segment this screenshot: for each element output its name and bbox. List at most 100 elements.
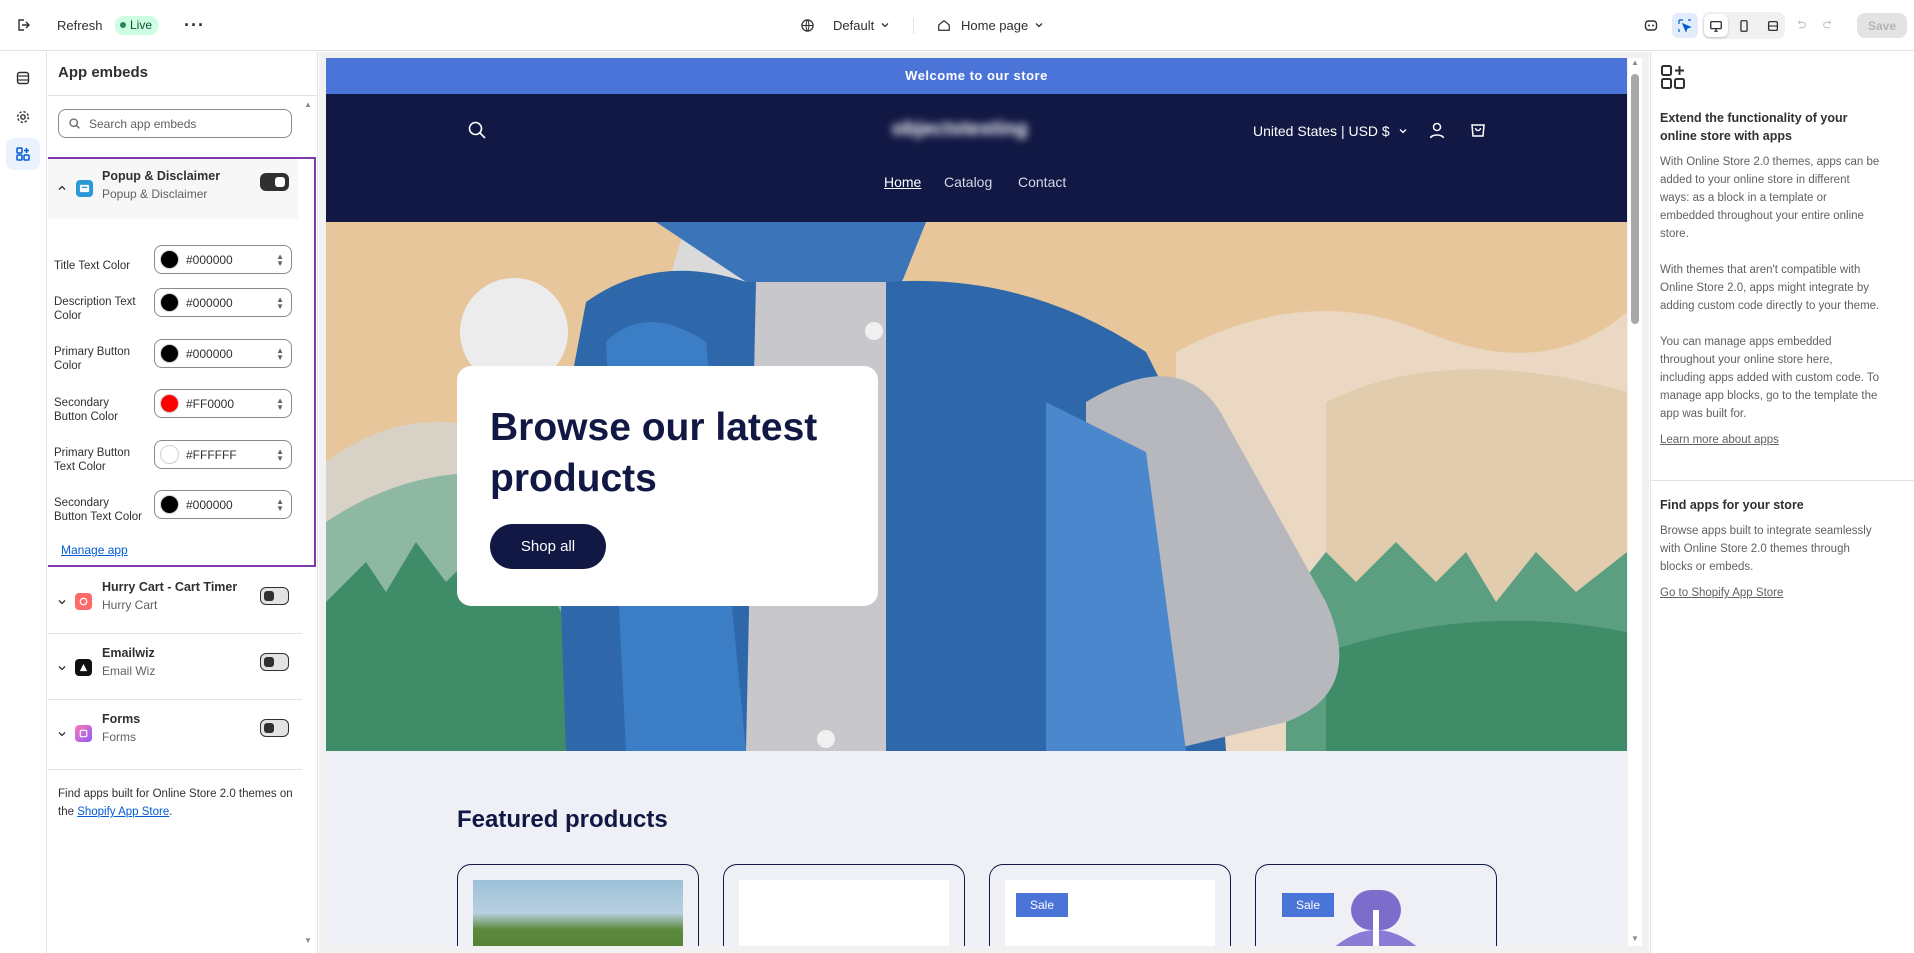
- refresh-button[interactable]: Refresh: [57, 11, 103, 39]
- app-embed-hurry-cart[interactable]: Hurry Cart - Cart Timer Hurry Cart: [48, 575, 302, 637]
- exit-button[interactable]: [15, 11, 31, 39]
- title-text-color-input[interactable]: #000000 ▲ ▼: [154, 245, 292, 274]
- app-subtitle: Popup & Disclaimer: [102, 187, 208, 201]
- app-embed-toggle[interactable]: [260, 587, 289, 605]
- app-subtitle: Forms: [102, 730, 136, 744]
- chevron-down-icon: [1398, 126, 1408, 136]
- primary-button-text-color-input[interactable]: #FFFFFF ▲ ▼: [154, 440, 292, 469]
- search-field[interactable]: [58, 109, 292, 138]
- product-card[interactable]: Sale: [989, 864, 1231, 946]
- color-value: #FF0000: [186, 396, 235, 411]
- scroll-down-arrow[interactable]: ▼: [1631, 934, 1639, 943]
- divider: [48, 95, 317, 96]
- emailwiz-logo: [75, 659, 92, 676]
- stepper-icon[interactable]: ▲ ▼: [276, 498, 284, 513]
- nav-home[interactable]: Home: [884, 174, 921, 190]
- country-selector[interactable]: United States | USD $: [1253, 123, 1408, 139]
- learn-more-link[interactable]: Learn more about apps: [1660, 431, 1880, 449]
- undo-button[interactable]: [1794, 11, 1808, 39]
- app-embed-toggle[interactable]: [260, 653, 289, 671]
- hero-banner: Browse our latest products Shop all: [326, 222, 1627, 751]
- redo-button[interactable]: [1821, 11, 1835, 39]
- nav-contact[interactable]: Contact: [1018, 174, 1066, 190]
- stepper-icon[interactable]: ▲ ▼: [276, 397, 284, 412]
- app-embed-popup-disclaimer: Popup & Disclaimer Popup & Disclaimer Ti…: [48, 157, 316, 567]
- app-store-link[interactable]: Go to Shopify App Store: [1660, 584, 1885, 602]
- app-embed-header[interactable]: Popup & Disclaimer Popup & Disclaimer: [48, 159, 298, 219]
- chevron-down-icon[interactable]: [57, 663, 67, 673]
- color-swatch[interactable]: [160, 293, 179, 312]
- account-icon[interactable]: [1427, 120, 1447, 140]
- stepper-icon[interactable]: ▲ ▼: [276, 253, 284, 268]
- stepper-icon[interactable]: ▲ ▼: [276, 347, 284, 362]
- search-icon[interactable]: [467, 120, 487, 140]
- fullscreen-button[interactable]: [1761, 14, 1785, 37]
- cart-icon[interactable]: [1468, 119, 1488, 139]
- app-embed-emailwiz[interactable]: Emailwiz Email Wiz: [48, 641, 302, 703]
- scroll-down-arrow[interactable]: ▼: [304, 936, 312, 945]
- page-selector[interactable]: Home page: [937, 11, 1044, 39]
- manage-app-link[interactable]: Manage app: [61, 543, 128, 557]
- chevron-down-icon[interactable]: [57, 729, 67, 739]
- scroll-up-arrow[interactable]: ▲: [304, 100, 312, 109]
- secondary-button-text-color-input[interactable]: #000000 ▲ ▼: [154, 490, 292, 519]
- top-bar: Refresh Live ··· Default Home page Save: [0, 0, 1914, 51]
- shop-all-button[interactable]: Shop all: [490, 524, 606, 569]
- app-embed-forms[interactable]: Forms Forms: [48, 707, 302, 769]
- inspector-button[interactable]: [1672, 13, 1698, 38]
- chevron-down-icon[interactable]: [57, 597, 67, 607]
- app-embeds-tab[interactable]: [6, 138, 40, 170]
- save-button[interactable]: Save: [1857, 13, 1907, 38]
- divider: [913, 18, 914, 34]
- stepper-icon[interactable]: ▲ ▼: [276, 448, 284, 463]
- store-logo[interactable]: objectstesting: [892, 118, 1028, 141]
- divider: [48, 633, 302, 634]
- sections-tab[interactable]: [6, 62, 40, 94]
- scroll-up-arrow[interactable]: ▲: [1631, 58, 1639, 67]
- toggle-knob: [264, 591, 274, 601]
- field-label: Primary Button Color: [54, 346, 131, 372]
- app-name: Forms: [102, 712, 141, 726]
- mobile-view-button[interactable]: [1732, 14, 1756, 37]
- product-image[interactable]: [473, 880, 683, 946]
- full-width-icon: [1766, 19, 1780, 33]
- color-swatch[interactable]: [160, 495, 179, 514]
- redo-icon: [1821, 18, 1835, 32]
- color-swatch[interactable]: [160, 344, 179, 363]
- product-card[interactable]: [457, 864, 699, 946]
- desktop-view-button[interactable]: [1704, 14, 1729, 37]
- more-actions-button[interactable]: ···: [184, 11, 205, 39]
- desktop-icon: [1709, 19, 1723, 33]
- home-icon: [937, 18, 951, 32]
- apps-icon: [15, 146, 31, 162]
- nav-catalog[interactable]: Catalog: [944, 174, 992, 190]
- app-embed-toggle[interactable]: [260, 719, 289, 737]
- sidekick-button[interactable]: [1643, 11, 1659, 39]
- chevron-up-icon[interactable]: [57, 183, 67, 193]
- help-section-extend: Extend the functionality of your online …: [1660, 109, 1880, 449]
- app-name: Hurry Cart - Cart Timer: [102, 580, 238, 594]
- secondary-button-color-input[interactable]: #FF0000 ▲ ▼: [154, 389, 292, 418]
- color-swatch[interactable]: [160, 394, 179, 413]
- color-swatch[interactable]: [160, 250, 179, 269]
- divider: [1651, 480, 1914, 481]
- app-store-link[interactable]: Shopify App Store: [77, 806, 169, 818]
- scrollbar-thumb[interactable]: [1631, 74, 1639, 324]
- color-swatch[interactable]: [160, 445, 179, 464]
- search-input[interactable]: [89, 116, 279, 131]
- color-value: #000000: [186, 295, 233, 310]
- description-text-color-input[interactable]: #000000 ▲ ▼: [154, 288, 292, 317]
- field-label: Description Text Color: [54, 296, 136, 322]
- field-label: Secondary Button Text Color: [54, 497, 143, 523]
- app-embed-toggle[interactable]: [260, 173, 289, 191]
- product-card[interactable]: Sale: [1255, 864, 1497, 946]
- app-subtitle: Email Wiz: [102, 664, 156, 678]
- theme-selector[interactable]: Default: [800, 11, 890, 39]
- stepper-icon[interactable]: ▲ ▼: [276, 296, 284, 311]
- preview-scrollbar[interactable]: ▲ ▼: [1628, 58, 1642, 946]
- product-card[interactable]: [723, 864, 965, 946]
- product-image[interactable]: [739, 880, 949, 946]
- theme-settings-tab[interactable]: [6, 101, 40, 133]
- help-panel: Extend the functionality of your online …: [1650, 52, 1914, 953]
- primary-button-color-input[interactable]: #000000 ▲ ▼: [154, 339, 292, 368]
